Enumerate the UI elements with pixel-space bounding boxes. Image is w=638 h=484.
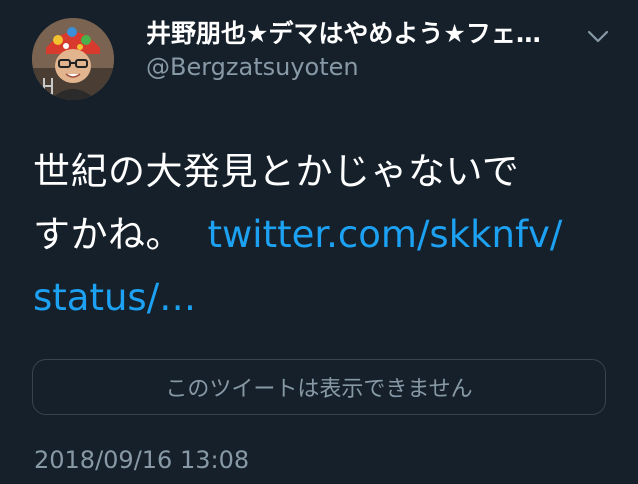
tweet-timestamp[interactable]: 2018/09/16 13:08 xyxy=(34,444,249,476)
tweet-link-part2: status/… xyxy=(33,276,197,319)
display-name[interactable]: 井野朋也★デマはやめよう★フェ… xyxy=(146,18,566,50)
chevron-down-icon[interactable] xyxy=(584,22,612,50)
avatar-image xyxy=(32,18,114,100)
tweet-link-part1: twitter.com/skknfv/ xyxy=(207,213,563,256)
tweet-text-line1: 世紀の大発見とかじゃないで xyxy=(33,150,520,193)
tweet-detail: 井野朋也★デマはやめよう★フェ… @Bergzatsuyoten 世紀の大発見と… xyxy=(0,0,638,484)
unavailable-notice: このツイートは表示できません xyxy=(165,377,473,402)
tweet-text-line2: すかね。 xyxy=(33,213,183,256)
user-handle[interactable]: @Bergzatsuyoten xyxy=(146,52,359,82)
tweet-text: 世紀の大発見とかじゃないで すかね。 twitter.com/skknfv/st… xyxy=(33,140,593,329)
unavailable-quote-card[interactable]: このツイートは表示できません xyxy=(32,359,606,415)
avatar[interactable] xyxy=(32,18,114,100)
